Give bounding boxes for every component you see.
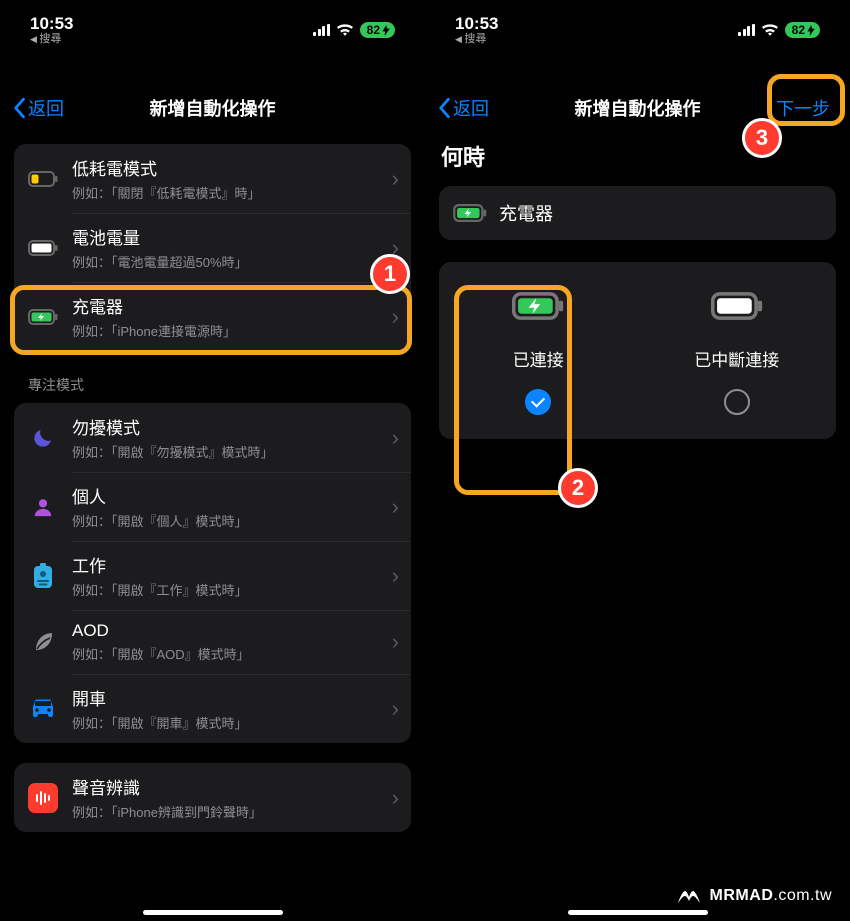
row-subtitle: 例如：「電池電量超過50%時」 — [72, 252, 378, 271]
status-bar: 10:53 搜尋 82 — [0, 0, 425, 50]
battery-indicator: 82 — [360, 22, 395, 38]
battery-indicator: 82 — [785, 22, 820, 38]
phone-right: 10:53 搜尋 82 返回 新增自動化操作 下一步 何時 充電器 — [425, 0, 850, 921]
status-time: 10:53 — [455, 15, 498, 32]
sound-wave-icon — [28, 783, 58, 813]
battery-charging-icon — [512, 284, 564, 328]
row-title: 工作 — [72, 552, 378, 577]
battery-full-icon — [711, 284, 763, 328]
home-indicator[interactable] — [568, 910, 708, 915]
status-bar: 10:53 搜尋 82 — [425, 0, 850, 50]
chevron-right-icon: › — [392, 494, 399, 520]
row-low-power-mode[interactable]: 低耗電模式 例如：「關閉『低耗電模式』時」 › — [14, 144, 411, 213]
row-title: 聲音辨識 — [72, 774, 378, 799]
car-icon — [28, 694, 58, 724]
nav-next-button[interactable]: 下一步 — [768, 91, 838, 125]
option-label: 已連接 — [513, 346, 564, 371]
status-time: 10:53 — [30, 15, 73, 32]
wifi-icon — [761, 23, 779, 37]
option-label: 已中斷連接 — [694, 346, 779, 371]
row-subtitle: 例如：「開啟『個人』模式時」 — [72, 511, 378, 530]
row-title: AOD — [72, 621, 378, 641]
chevron-right-icon: › — [392, 563, 399, 589]
row-subtitle: 例如：「iPhone辨識到門鈴聲時」 — [72, 802, 378, 821]
chevron-right-icon: › — [392, 166, 399, 192]
row-title: 勿擾模式 — [72, 414, 378, 439]
row-subtitle: 例如：「iPhone連接電源時」 — [72, 321, 378, 340]
badge-icon — [28, 561, 58, 591]
row-title: 個人 — [72, 483, 378, 508]
section-label-focus: 專注模式 — [14, 371, 411, 403]
charger-header: 充電器 — [439, 186, 836, 240]
row-sound-recognition[interactable]: 聲音辨識 例如：「iPhone辨識到門鈴聲時」 › — [14, 763, 411, 832]
radio-unchecked-icon[interactable] — [724, 389, 750, 415]
chevron-right-icon: › — [392, 304, 399, 330]
trigger-group-focus: 勿擾模式 例如：「開啟『勿擾模式』模式時」 › 個人 例如：「開啟『個人』模式時… — [14, 403, 411, 743]
row-dnd[interactable]: 勿擾模式 例如：「開啟『勿擾模式』模式時」 › — [14, 403, 411, 472]
row-personal[interactable]: 個人 例如：「開啟『個人』模式時」 › — [14, 472, 411, 541]
row-aod[interactable]: AOD 例如：「開啟『AOD』模式時」 › — [14, 610, 411, 674]
trigger-group-sound: 聲音辨識 例如：「iPhone辨識到門鈴聲時」 › — [14, 763, 411, 832]
wifi-icon — [336, 23, 354, 37]
nav-bar: 返回 新增自動化操作 — [0, 80, 425, 136]
nav-bar: 返回 新增自動化操作 下一步 — [425, 80, 850, 136]
row-title: 低耗電模式 — [72, 155, 378, 180]
battery-low-icon — [28, 164, 58, 194]
charger-icon — [28, 302, 58, 332]
nav-back-label: 返回 — [453, 95, 489, 121]
row-title: 電池電量 — [72, 224, 378, 249]
cellular-signal-icon — [313, 24, 330, 36]
annotation-badge-2: 2 — [558, 468, 598, 508]
option-disconnected[interactable]: 已中斷連接 — [638, 284, 837, 415]
row-subtitle: 例如：「開啟『AOD』模式時」 — [72, 644, 378, 663]
row-battery-level[interactable]: 電池電量 例如：「電池電量超過50%時」 › — [14, 213, 411, 282]
row-work[interactable]: 工作 例如：「開啟『工作』模式時」 › — [14, 541, 411, 610]
moon-icon — [28, 423, 58, 453]
cellular-signal-icon — [738, 24, 755, 36]
row-charger[interactable]: 充電器 例如：「iPhone連接電源時」 › — [14, 282, 411, 351]
row-title: 開車 — [72, 685, 378, 710]
phone-left: 10:53 搜尋 82 返回 新增自動化操作 — [0, 0, 425, 921]
chevron-right-icon: › — [392, 425, 399, 451]
nav-back-button[interactable]: 返回 — [12, 95, 64, 121]
person-icon — [28, 492, 58, 522]
charger-label: 充電器 — [499, 200, 553, 226]
charger-icon — [453, 204, 487, 222]
status-search-hint[interactable]: 搜尋 — [30, 34, 73, 45]
nav-back-button[interactable]: 返回 — [437, 95, 489, 121]
watermark: MRMAD.com.tw — [676, 887, 832, 905]
trigger-group-battery: 低耗電模式 例如：「關閉『低耗電模式』時」 › 電池電量 例如：「電池電量超過5… — [14, 144, 411, 351]
charger-options: 已連接 已中斷連接 — [439, 262, 836, 439]
chevron-right-icon: › — [392, 696, 399, 722]
annotation-badge-3: 3 — [742, 118, 782, 158]
battery-full-icon — [28, 233, 58, 263]
home-indicator[interactable] — [143, 910, 283, 915]
status-search-hint[interactable]: 搜尋 — [455, 34, 498, 45]
chevron-right-icon: › — [392, 785, 399, 811]
annotation-badge-1: 1 — [370, 254, 410, 294]
row-title: 充電器 — [72, 293, 378, 318]
row-subtitle: 例如：「開啟『開車』模式時」 — [72, 713, 378, 732]
row-subtitle: 例如：「開啟『勿擾模式』模式時」 — [72, 442, 378, 461]
row-subtitle: 例如：「關閉『低耗電模式』時」 — [72, 183, 378, 202]
nav-back-label: 返回 — [28, 95, 64, 121]
chevron-right-icon: › — [392, 629, 399, 655]
radio-checked-icon[interactable] — [525, 389, 551, 415]
when-heading: 何時 — [425, 136, 850, 186]
row-driving[interactable]: 開車 例如：「開啟『開車』模式時」 › — [14, 674, 411, 743]
row-subtitle: 例如：「開啟『工作』模式時」 — [72, 580, 378, 599]
leaf-icon — [28, 627, 58, 657]
option-connected[interactable]: 已連接 — [439, 284, 638, 415]
